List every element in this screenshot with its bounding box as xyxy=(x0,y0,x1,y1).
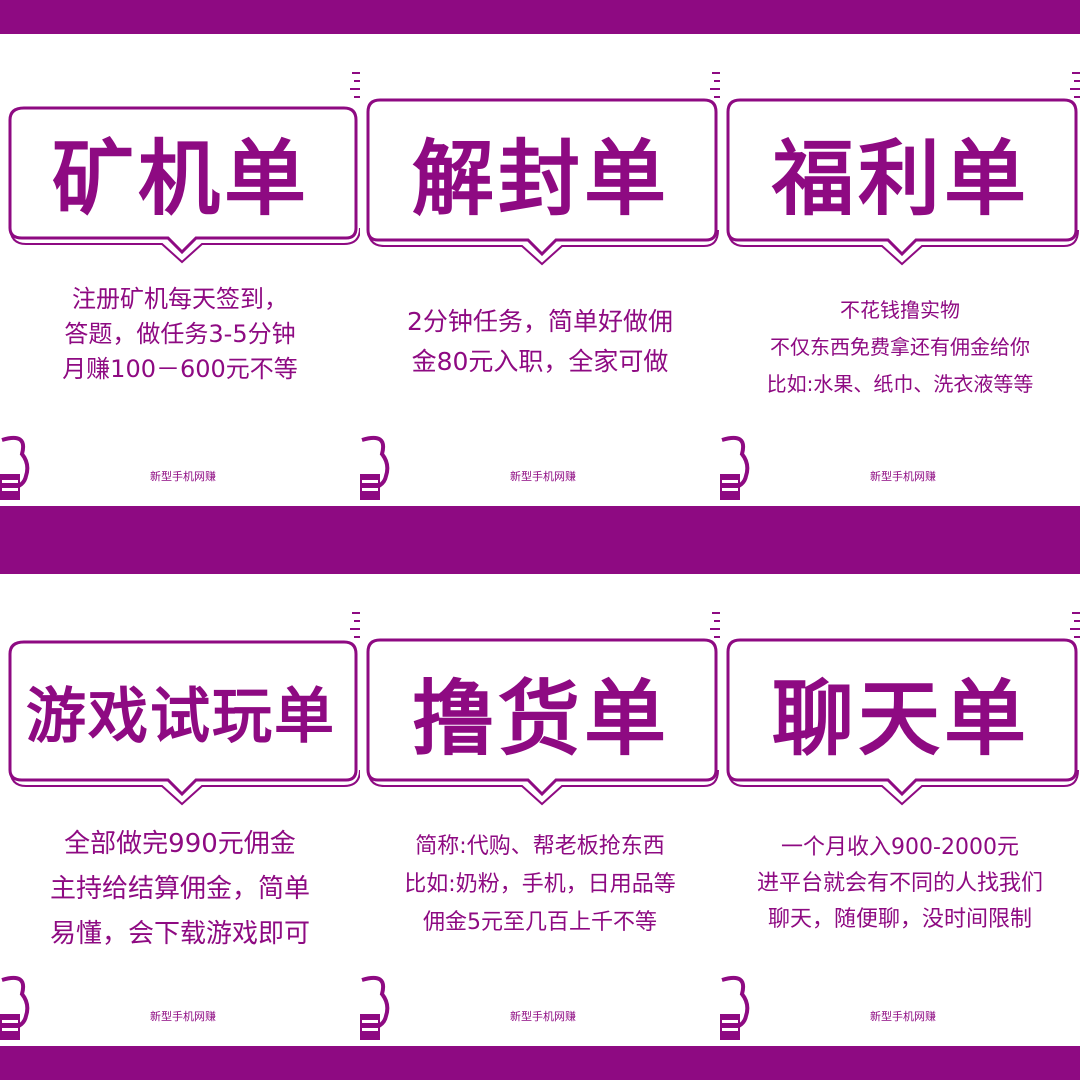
card-description: 不花钱撸实物 不仅东西免费拿还有佣金给你 比如:水果、纸巾、洗衣液等等 xyxy=(724,292,1076,403)
brand-label: 新型手机网赚 xyxy=(150,1010,216,1023)
mascot-logo-icon xyxy=(720,435,750,500)
card-welfare: 福利单 不花钱撸实物 不仅东西免费拿还有佣金给你 比如:水果、纸巾、洗衣液等等 … xyxy=(720,0,1080,540)
speech-bubble-frame xyxy=(366,612,720,806)
speech-bubble-frame xyxy=(8,72,360,264)
mascot-logo-icon xyxy=(360,975,390,1040)
brand-label: 新型手机网赚 xyxy=(510,1010,576,1023)
desc-line: 金80元入职，全家可做 xyxy=(411,347,669,376)
speech-bubble-frame xyxy=(726,612,1080,806)
desc-line: 注册矿机每天签到， xyxy=(72,285,288,313)
card-title: 聊天单 xyxy=(771,671,1030,767)
card-game-trial: 游戏试玩单 全部做完990元佣金 主持给结算佣金，简单 易懂，会下载游戏即可 新… xyxy=(0,540,360,1080)
desc-line: 聊天，随便聊，没时间限制 xyxy=(767,907,1032,932)
desc-line: 全部做完990元佣金 xyxy=(64,829,296,859)
desc-line: 月赚100－600元不等 xyxy=(62,355,298,383)
card-mining: 矿机单 注册矿机每天签到， 答题，做任务3-5分钟 月赚100－600元不等 新… xyxy=(0,0,360,540)
desc-line: 佣金5元至几百上千不等 xyxy=(423,910,657,935)
card-title: 解封单 xyxy=(411,131,670,227)
card-description: 全部做完990元佣金 主持给结算佣金，简单 易懂，会下载游戏即可 xyxy=(4,822,356,957)
mascot-logo-icon xyxy=(0,975,30,1040)
mascot-logo-icon xyxy=(0,435,30,500)
speech-bubble-frame xyxy=(366,72,720,266)
card-chat: 聊天单 一个月收入900-2000元 进平台就会有不同的人找我们 聊天，随便聊，… xyxy=(720,540,1080,1080)
desc-line: 比如:水果、纸巾、洗衣液等等 xyxy=(766,372,1034,396)
desc-line: 答题，做任务3-5分钟 xyxy=(64,320,296,348)
card-title: 福利单 xyxy=(771,131,1030,227)
card-title: 撸货单 xyxy=(411,671,670,767)
desc-line: 一个月收入900-2000元 xyxy=(781,835,1019,860)
desc-line: 易懂，会下载游戏即可 xyxy=(49,919,310,949)
card-title: 矿机单 xyxy=(51,131,310,227)
desc-line: 进平台就会有不同的人找我们 xyxy=(756,871,1043,896)
brand-label: 新型手机网赚 xyxy=(150,470,216,483)
desc-line: 简称:代购、帮老板抢东西 xyxy=(415,834,665,859)
mascot-logo-icon xyxy=(360,435,390,500)
speech-bubble-frame xyxy=(8,612,360,806)
card-unblock: 解封单 2分钟任务，简单好做佣 金80元入职，全家可做 新型手机网赚 xyxy=(360,0,720,540)
card-description: 注册矿机每天签到， 答题，做任务3-5分钟 月赚100－600元不等 xyxy=(4,282,356,387)
brand-label: 新型手机网赚 xyxy=(870,470,936,483)
card-title: 游戏试玩单 xyxy=(26,681,336,752)
card-grid: 矿机单 注册矿机每天签到， 答题，做任务3-5分钟 月赚100－600元不等 新… xyxy=(0,0,1080,1080)
brand-label: 新型手机网赚 xyxy=(510,470,576,483)
desc-line: 不花钱撸实物 xyxy=(840,298,960,322)
card-description: 简称:代购、帮老板抢东西 比如:奶粉，手机，日用品等 佣金5元至几百上千不等 xyxy=(364,828,716,942)
desc-line: 主持给结算佣金，简单 xyxy=(49,874,310,904)
desc-line: 不仅东西免费拿还有佣金给你 xyxy=(770,335,1030,359)
desc-line: 2分钟任务，简单好做佣 xyxy=(407,307,673,336)
brand-label: 新型手机网赚 xyxy=(870,1010,936,1023)
speech-bubble-frame xyxy=(726,72,1080,266)
card-description: 2分钟任务，简单好做佣 金80元入职，全家可做 xyxy=(364,302,716,382)
card-description: 一个月收入900-2000元 进平台就会有不同的人找我们 聊天，随便聊，没时间限… xyxy=(724,830,1076,938)
desc-line: 比如:奶粉，手机，日用品等 xyxy=(404,872,676,897)
mascot-logo-icon xyxy=(720,975,750,1040)
card-goods: 撸货单 简称:代购、帮老板抢东西 比如:奶粉，手机，日用品等 佣金5元至几百上千… xyxy=(360,540,720,1080)
